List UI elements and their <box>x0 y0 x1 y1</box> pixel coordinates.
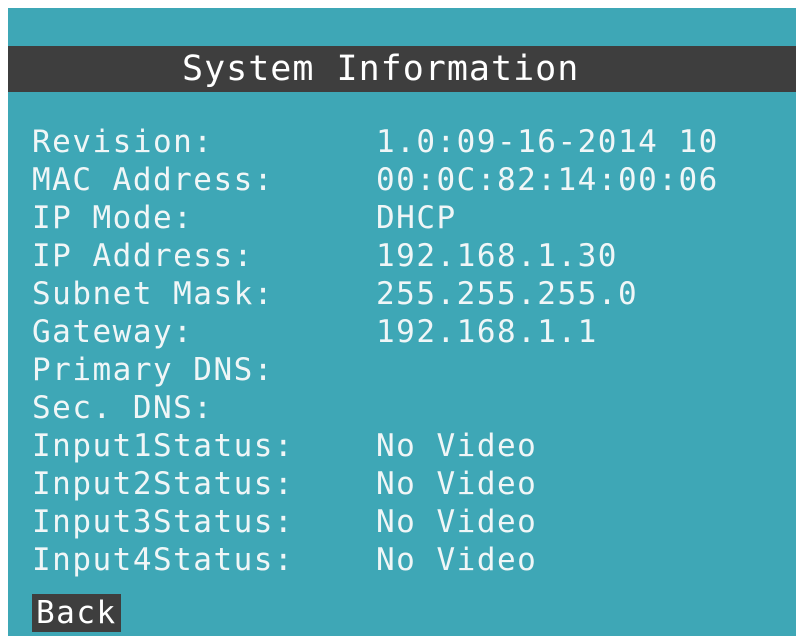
info-row-mac-address: MAC Address: 00:0C:82:14:00:06 <box>8 162 796 198</box>
gateway-value: 192.168.1.1 <box>376 314 598 350</box>
input3-status-label: Input3Status: <box>32 504 295 540</box>
revision-value: 1.0:09-16-2014 10 <box>376 124 719 160</box>
revision-label: Revision: <box>32 124 214 160</box>
subnet-mask-label: Subnet Mask: <box>32 276 274 312</box>
info-row-gateway: Gateway: 192.168.1.1 <box>8 314 796 350</box>
input3-status-value: No Video <box>376 504 538 540</box>
info-row-subnet-mask: Subnet Mask: 255.255.255.0 <box>8 276 796 312</box>
osd-screen: System Information Revision: 1.0:09-16-2… <box>8 8 796 636</box>
input1-status-value: No Video <box>376 428 538 464</box>
subnet-mask-value: 255.255.255.0 <box>376 276 639 312</box>
ip-mode-label: IP Mode: <box>32 200 194 236</box>
info-row-ip-address: IP Address: 192.168.1.30 <box>8 238 796 274</box>
info-row-ip-mode: IP Mode: DHCP <box>8 200 796 236</box>
info-row-revision: Revision: 1.0:09-16-2014 10 <box>8 124 796 160</box>
gateway-label: Gateway: <box>32 314 194 350</box>
sec-dns-label: Sec. DNS: <box>32 390 214 426</box>
input2-status-value: No Video <box>376 466 538 502</box>
ip-address-value: 192.168.1.30 <box>376 238 618 274</box>
input2-status-label: Input2Status: <box>32 466 295 502</box>
mac-address-label: MAC Address: <box>32 162 274 198</box>
mac-address-value: 00:0C:82:14:00:06 <box>376 162 719 198</box>
info-row-input1-status: Input1Status: No Video <box>8 428 796 464</box>
input1-status-label: Input1Status: <box>32 428 295 464</box>
info-row-input2-status: Input2Status: No Video <box>8 466 796 502</box>
input4-status-label: Input4Status: <box>32 542 295 578</box>
page-title: System Information <box>182 49 580 89</box>
ip-mode-value: DHCP <box>376 200 457 236</box>
ip-address-label: IP Address: <box>32 238 254 274</box>
info-row-input3-status: Input3Status: No Video <box>8 504 796 540</box>
input4-status-value: No Video <box>376 542 538 578</box>
info-row-input4-status: Input4Status: No Video <box>8 542 796 578</box>
primary-dns-label: Primary DNS: <box>32 352 274 388</box>
title-bar: System Information <box>8 46 796 92</box>
info-row-sec-dns: Sec. DNS: <box>8 390 796 426</box>
info-row-primary-dns: Primary DNS: <box>8 352 796 388</box>
back-button[interactable]: Back <box>32 594 121 632</box>
